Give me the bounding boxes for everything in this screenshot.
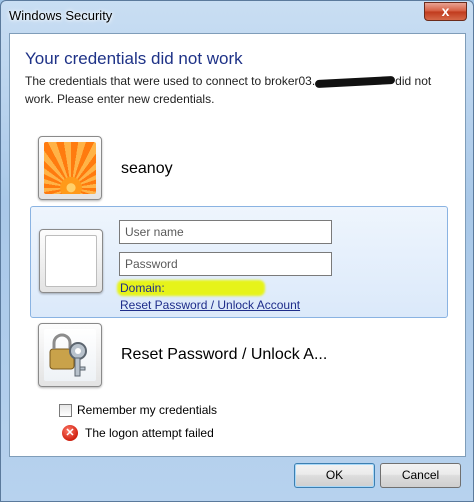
- keys-lock-icon: [44, 329, 96, 381]
- credential-dialog: Windows Security x Your credentials did …: [0, 0, 474, 502]
- redaction-mark: [315, 75, 396, 88]
- ok-button[interactable]: OK: [294, 463, 375, 488]
- domain-label: Domain:: [120, 281, 165, 295]
- reset-password-tile[interactable]: [38, 323, 102, 387]
- user-tile-image: [39, 229, 103, 293]
- dialog-message: The credentials that were used to connec…: [25, 72, 435, 108]
- dialog-content: Your credentials did not work The creden…: [9, 33, 466, 457]
- remember-label[interactable]: Remember my credentials: [77, 403, 217, 417]
- window-title: Windows Security: [9, 8, 113, 23]
- title-bar: Windows Security x: [1, 1, 473, 33]
- reset-password-link[interactable]: Reset Password / Unlock Account: [120, 298, 300, 312]
- message-text-start: The credentials that were used to connec…: [25, 74, 316, 88]
- close-icon: x: [441, 3, 450, 19]
- password-field[interactable]: Password: [119, 252, 332, 276]
- cancel-button[interactable]: Cancel: [380, 463, 461, 488]
- account-tile-seanoy[interactable]: [38, 136, 102, 200]
- flower-icon: [44, 142, 96, 194]
- selected-credential-tile[interactable]: User name Password Domain: Reset Passwor…: [30, 206, 448, 318]
- remember-checkbox[interactable]: [59, 404, 72, 417]
- dialog-heading: Your credentials did not work: [25, 49, 243, 68]
- username-field[interactable]: User name: [119, 220, 332, 244]
- close-button[interactable]: x: [424, 2, 467, 21]
- error-message: The logon attempt failed: [85, 426, 214, 440]
- user-blank-icon: [45, 235, 97, 287]
- error-icon: ✕: [62, 425, 78, 441]
- reset-password-tile-label[interactable]: Reset Password / Unlock A...: [121, 346, 327, 364]
- account-name-seanoy[interactable]: seanoy: [121, 160, 173, 178]
